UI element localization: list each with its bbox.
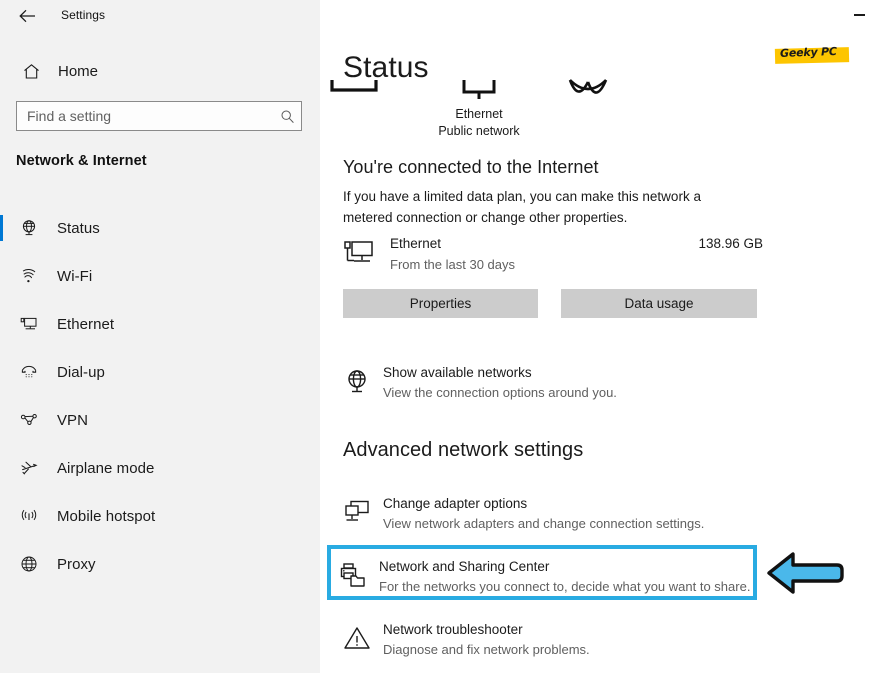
sidebar-item-status[interactable]: Status [0,204,320,252]
network-sharing-center-subtitle: For the networks you connect to, decide … [379,579,751,594]
network-sharing-center-row[interactable]: Network and Sharing Center For the netwo… [339,559,759,603]
sidebar-nav-list: Status Wi-Fi Ethernet Dial-up VPN Airpla… [0,204,320,588]
usage-period: From the last 30 days [390,257,515,272]
hotspot-icon [12,506,46,526]
network-troubleshooter-row[interactable]: Network troubleshooter Diagnose and fix … [343,622,773,666]
globe-monitor-icon [343,368,371,401]
sidebar-item-status-label: Status [57,219,100,237]
minimize-icon [853,14,865,16]
pointer-arrow-annotation [763,549,845,597]
warning-triangle-icon [343,625,371,658]
minimize-button[interactable] [836,0,882,30]
selection-accent-bar [0,311,3,337]
network-diagram-network-type-label: Public network [438,124,520,138]
sidebar-item-vpn-label: VPN [57,411,88,429]
advanced-section-title: Advanced network settings [343,439,584,461]
title-bar-left-background [0,0,320,32]
network-diagram-connection-label: Ethernet [455,107,503,121]
watermark: Geeky PC [774,44,850,66]
network-diagram: Ethernet Public network [320,78,882,140]
selection-accent-bar [0,263,3,289]
show-available-networks-row[interactable]: Show available networks View the connect… [343,365,773,409]
sidebar-item-dial-up[interactable]: Dial-up [0,348,320,396]
sidebar-item-airplane-mode-label: Airplane mode [57,459,155,477]
settings-sidebar: Home Network & Internet [0,0,320,673]
sidebar-item-airplane-mode[interactable]: Airplane mode [0,444,320,492]
usage-amount: 138.96 GB [698,236,763,251]
selection-accent-bar [0,359,3,385]
connected-heading: You're connected to the Internet [343,157,599,177]
sidebar-item-dial-up-label: Dial-up [57,363,105,381]
airplane-icon [12,458,46,478]
show-available-networks-title: Show available networks [383,365,532,380]
selection-accent-bar [0,503,3,529]
vpn-icon [12,410,46,430]
ethernet-icon [343,240,375,275]
data-usage-button[interactable]: Data usage [561,289,757,318]
sidebar-item-home-label: Home [58,62,99,80]
properties-button[interactable]: Properties [343,289,538,318]
selection-accent-bar [0,551,3,577]
title-bar: Settings [0,0,882,32]
sidebar-item-ethernet-label: Ethernet [57,315,115,333]
change-adapter-options-title: Change adapter options [383,496,528,511]
globe-icon [12,554,46,574]
dialup-phone-icon [12,362,46,382]
sidebar-category-title: Network & Internet [16,153,147,169]
network-troubleshooter-title: Network troubleshooter [383,622,523,637]
app-title: Settings [61,8,106,22]
wifi-icon [12,266,46,286]
sidebar-item-wifi[interactable]: Wi-Fi [0,252,320,300]
watermark-text: Geeky PC [779,45,838,60]
ethernet-usage-row: Ethernet From the last 30 days 138.96 GB [343,236,763,280]
sidebar-item-home[interactable]: Home [0,54,320,88]
action-button-row: Properties Data usage [343,289,758,318]
selection-accent-bar [0,407,3,433]
back-button[interactable] [12,2,42,30]
printer-share-icon [339,562,367,595]
sidebar-item-vpn[interactable]: VPN [0,396,320,444]
sidebar-item-mobile-hotspot[interactable]: Mobile hotspot [0,492,320,540]
network-sharing-center-title: Network and Sharing Center [379,559,550,574]
adapter-icon [343,499,371,532]
change-adapter-options-row[interactable]: Change adapter options View network adap… [343,496,773,540]
sidebar-item-proxy-label: Proxy [57,555,96,573]
globe-monitor-icon [12,218,46,238]
selection-accent-bar [0,455,3,481]
selection-accent-bar [0,215,3,241]
sidebar-item-ethernet[interactable]: Ethernet [0,300,320,348]
network-troubleshooter-subtitle: Diagnose and fix network problems. [383,642,590,657]
sidebar-item-wifi-label: Wi-Fi [57,267,93,285]
back-arrow-icon [18,9,35,23]
metered-description: If you have a limited data plan, you can… [343,189,701,225]
show-available-networks-subtitle: View the connection options around you. [383,385,617,400]
change-adapter-options-subtitle: View network adapters and change connect… [383,516,705,531]
usage-network-name: Ethernet [390,236,442,251]
search-box[interactable] [16,101,302,131]
sidebar-item-mobile-hotspot-label: Mobile hotspot [57,507,156,525]
home-icon [8,62,54,81]
sidebar-item-proxy[interactable]: Proxy [0,540,320,588]
search-input[interactable] [17,103,273,129]
ethernet-icon [12,314,46,334]
search-icon[interactable] [273,109,301,124]
